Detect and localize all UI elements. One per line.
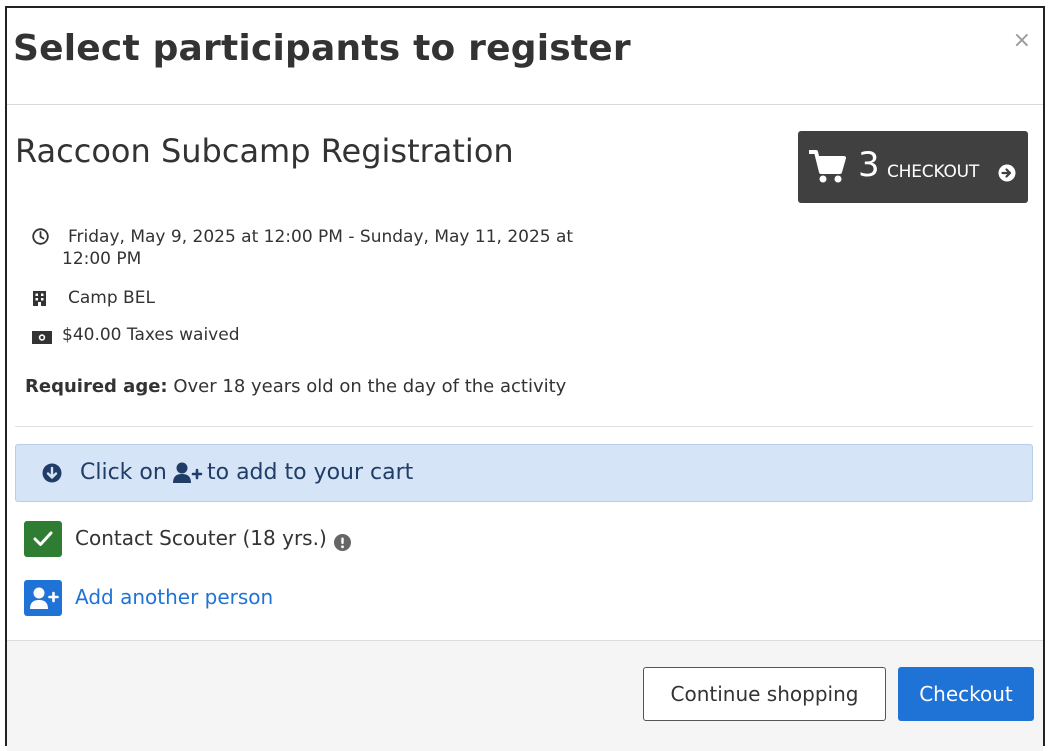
- participant-name: Contact Scouter (18 yrs.): [75, 526, 327, 550]
- activity-price-text: $40.00 Taxes waived: [62, 325, 240, 345]
- alert-text-after: to add to your cart: [207, 460, 414, 485]
- cart-checkout-button[interactable]: 3 CHECKOUT: [798, 131, 1028, 203]
- divider: [15, 426, 1033, 427]
- user-plus-icon: [173, 462, 203, 490]
- info-alert: Click on to add to your cart: [15, 444, 1033, 502]
- money-icon: [32, 329, 52, 349]
- cart-count: 3: [858, 145, 880, 185]
- cart-checkout-label: CHECKOUT: [887, 162, 980, 182]
- activity-date-line1: Friday, May 9, 2025 at 12:00 PM - Sunday…: [68, 227, 574, 247]
- activity-title: Raccoon Subcamp Registration: [15, 132, 514, 170]
- close-icon[interactable]: ×: [1013, 30, 1031, 52]
- activity-location-text: Camp BEL: [68, 288, 155, 308]
- clock-icon: [32, 228, 49, 250]
- alert-text-before: Click on: [80, 460, 167, 485]
- checkout-button[interactable]: Checkout: [898, 667, 1034, 721]
- user-plus-icon[interactable]: [24, 580, 62, 616]
- cart-icon: [808, 148, 846, 188]
- building-icon: [32, 290, 47, 312]
- modal-title: Select participants to register: [13, 28, 631, 69]
- add-person-label[interactable]: Add another person: [75, 585, 273, 609]
- modal-header: Select participants to register ×: [7, 8, 1043, 105]
- required-age-label: Required age:: [25, 376, 168, 397]
- arrow-circle-down-icon: [42, 463, 62, 489]
- arrow-circle-right-icon: [998, 164, 1016, 186]
- required-age-value: Over 18 years old on the day of the acti…: [167, 376, 567, 397]
- continue-shopping-button[interactable]: Continue shopping: [643, 667, 886, 721]
- participant-checkbox[interactable]: [24, 521, 62, 557]
- required-age: Required age: Over 18 years old on the d…: [25, 376, 566, 397]
- activity-date-line2: 12:00 PM: [62, 249, 142, 269]
- registration-modal: Select participants to register × Raccoo…: [5, 6, 1045, 751]
- info-circle-icon[interactable]: [334, 532, 351, 556]
- modal-footer: Continue shopping Checkout: [7, 640, 1043, 751]
